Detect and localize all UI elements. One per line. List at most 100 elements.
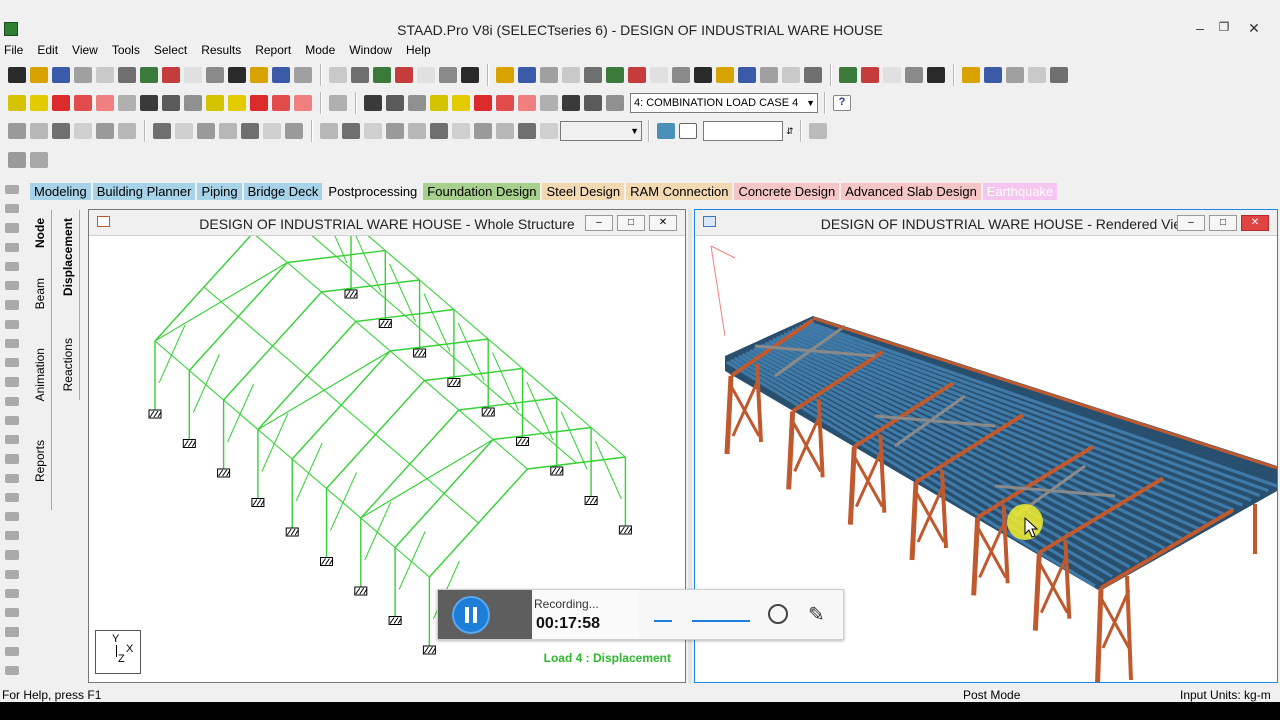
- toolbar1-icon-23[interactable]: [518, 67, 536, 83]
- toolbar3-icon-19[interactable]: [430, 123, 448, 139]
- toolbar1-icon-25[interactable]: [562, 67, 580, 83]
- download-icon[interactable]: [808, 123, 827, 139]
- toolbar2-icon-22[interactable]: [496, 95, 514, 111]
- toolbar2-icon-5[interactable]: [96, 95, 114, 111]
- tab-displacement[interactable]: Displacement: [61, 218, 75, 296]
- left-rail-icon-23[interactable]: [5, 608, 19, 618]
- toolbar1-icon-42[interactable]: [962, 67, 980, 83]
- mdi-minimize-button[interactable]: –: [1177, 215, 1205, 231]
- left-rail-icon-11[interactable]: [5, 377, 19, 387]
- toolbar2-icon-7[interactable]: [140, 95, 158, 111]
- toolbar1-icon-9[interactable]: [184, 67, 202, 83]
- menu-tools[interactable]: Tools: [112, 43, 140, 57]
- toolbar1-icon-21[interactable]: [461, 67, 479, 83]
- toolbar2-icon-23[interactable]: [518, 95, 536, 111]
- mdi-close-button[interactable]: ✕: [1241, 215, 1269, 231]
- toolbar1-icon-41[interactable]: [927, 67, 945, 83]
- menu-results[interactable]: Results: [201, 43, 241, 57]
- mdi-minimize-button[interactable]: –: [585, 215, 613, 231]
- toolbar1-icon-13[interactable]: [272, 67, 290, 83]
- toolbar3-icon-18[interactable]: [408, 123, 426, 139]
- toolbar3-icon-22[interactable]: [496, 123, 514, 139]
- toolbar1-icon-16[interactable]: [351, 67, 369, 83]
- toolbar2-icon-20[interactable]: [452, 95, 470, 111]
- toolbar1-icon-34[interactable]: [760, 67, 778, 83]
- toolbar2-icon-14[interactable]: [294, 95, 312, 111]
- left-rail-icon-5[interactable]: [5, 261, 19, 272]
- left-rail-icon-12[interactable]: [5, 396, 19, 406]
- tab-animation[interactable]: Animation: [33, 348, 47, 401]
- left-rail-icon-18[interactable]: [5, 511, 19, 522]
- help-icon[interactable]: ?: [833, 95, 851, 111]
- mode-building-planner[interactable]: Building Planner: [92, 182, 196, 200]
- toolbar1-icon-43[interactable]: [984, 67, 1002, 83]
- toolbar2-icon-3[interactable]: [52, 95, 70, 111]
- toolbar3-icon-10[interactable]: [219, 123, 237, 139]
- toolbar2-icon-2[interactable]: [30, 95, 48, 111]
- query-icon[interactable]: [679, 123, 697, 139]
- toolbar2-icon-12[interactable]: [250, 95, 268, 111]
- toolbar3-icon-7[interactable]: [153, 123, 171, 139]
- left-rail-icon-9[interactable]: [5, 338, 19, 349]
- left-rail-icon-25[interactable]: [5, 646, 19, 656]
- menu-mode[interactable]: Mode: [305, 43, 335, 57]
- toolbar1-icon-35[interactable]: [782, 67, 800, 83]
- toolbar1-icon-20[interactable]: [439, 67, 457, 83]
- toolbar1-icon-27[interactable]: [606, 67, 624, 83]
- toolbar3-icon-23[interactable]: [518, 123, 536, 139]
- left-rail-icon-2[interactable]: [5, 204, 19, 214]
- toolbar1-icon-44[interactable]: [1006, 67, 1024, 83]
- close-button[interactable]: ✕: [1240, 20, 1268, 38]
- toolbar1-icon-19[interactable]: [417, 67, 435, 83]
- toolbar2-icon-21[interactable]: [474, 95, 492, 111]
- left-rail-icon-21[interactable]: [5, 569, 19, 579]
- numeric-field[interactable]: [703, 121, 783, 141]
- left-rail-icon-10[interactable]: [5, 358, 19, 368]
- disabled-select[interactable]: ▼: [560, 121, 642, 141]
- left-rail-icon-19[interactable]: [5, 531, 19, 541]
- toolbar2-icon-6[interactable]: [118, 95, 136, 111]
- left-rail-icon-14[interactable]: [5, 435, 19, 445]
- toolbar1-icon-45[interactable]: [1028, 67, 1046, 83]
- menu-file[interactable]: File: [4, 43, 23, 57]
- toolbar2-icon-24[interactable]: [540, 95, 558, 111]
- toolbar3-icon-1[interactable]: [8, 123, 26, 139]
- toolbar3-icon-5[interactable]: [96, 123, 114, 139]
- tab-reactions[interactable]: Reactions: [61, 338, 75, 391]
- menu-edit[interactable]: Edit: [37, 43, 58, 57]
- toolbar3-icon-17[interactable]: [386, 123, 404, 139]
- toolbar1-icon-17[interactable]: [373, 67, 391, 83]
- toolbar1-icon-36[interactable]: [804, 67, 822, 83]
- toolbar2-icon-16[interactable]: [364, 95, 382, 111]
- toolbar1-icon-30[interactable]: [672, 67, 690, 83]
- menu-select[interactable]: Select: [154, 43, 187, 57]
- left-rail-icon-6[interactable]: [5, 281, 19, 291]
- toolbar1-icon-33[interactable]: [738, 67, 756, 83]
- load-case-select[interactable]: 4: COMBINATION LOAD CASE 4 ▼: [630, 93, 818, 113]
- left-rail-icon-26[interactable]: [5, 665, 19, 676]
- mode-ram-connection[interactable]: RAM Connection: [626, 182, 733, 200]
- tab-node[interactable]: Node: [33, 218, 47, 248]
- mode-postprocessing[interactable]: Postprocessing: [324, 182, 422, 200]
- left-rail-icon-3[interactable]: [5, 223, 19, 233]
- toolbar1-icon-3[interactable]: [52, 67, 70, 83]
- mode-earthquake[interactable]: Earthquake: [982, 182, 1058, 200]
- toolbar2-icon-25[interactable]: [562, 95, 580, 111]
- mode-piping[interactable]: Piping: [197, 182, 242, 200]
- toolbar1-icon-11[interactable]: [228, 67, 246, 83]
- left-rail-icon-1[interactable]: [5, 185, 19, 195]
- toolbar1-icon-14[interactable]: [294, 67, 312, 83]
- toolbar1-icon-38[interactable]: [861, 67, 879, 83]
- toolbar3-icon-2[interactable]: [30, 123, 48, 139]
- toolbar1-icon-28[interactable]: [628, 67, 646, 83]
- toolbar2-icon-11[interactable]: [228, 95, 246, 111]
- tab-beam[interactable]: Beam: [33, 278, 47, 309]
- mode-steel-design[interactable]: Steel Design: [542, 182, 625, 200]
- toolbar2-icon-13[interactable]: [272, 95, 290, 111]
- toolbar1-icon-10[interactable]: [206, 67, 224, 83]
- mdi-restore-button[interactable]: □: [617, 215, 645, 231]
- left-rail-icon-13[interactable]: [5, 415, 19, 426]
- toolbar1-icon-15[interactable]: [329, 67, 347, 83]
- pause-button[interactable]: [452, 596, 490, 634]
- pointer-icon[interactable]: [8, 152, 26, 168]
